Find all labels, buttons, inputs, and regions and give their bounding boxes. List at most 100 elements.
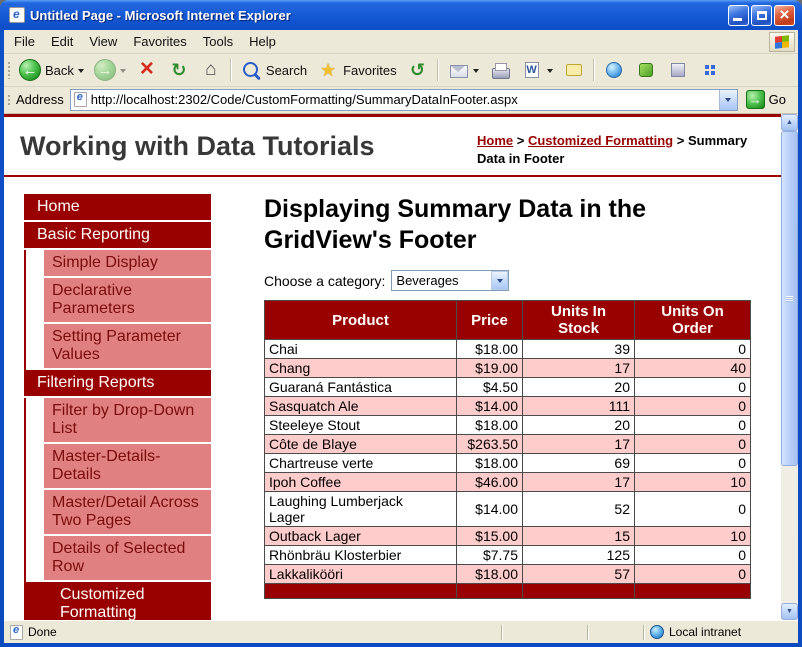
cell-price: $18.00 <box>457 416 523 435</box>
close-button[interactable] <box>774 5 795 26</box>
cell-units-in-stock: 69 <box>523 454 635 473</box>
cell-units-in-stock: 15 <box>523 527 635 546</box>
minimize-button[interactable] <box>728 5 749 26</box>
vertical-scrollbar[interactable] <box>781 114 798 620</box>
discuss-icon <box>563 59 585 81</box>
sidebar-item-filter-by-drop-down-list[interactable]: Filter by Drop-Down List <box>44 398 211 444</box>
cell-units-on-order: 0 <box>635 378 751 397</box>
sidebar-item-master-details-details[interactable]: Master-Details-Details <box>44 444 211 490</box>
sidebar-item-filtering-reports[interactable]: Filtering Reports <box>24 370 211 398</box>
breadcrumb-link-customized-formatting[interactable]: Customized Formatting <box>528 133 673 148</box>
sync-button[interactable] <box>598 57 630 83</box>
table-row: Laughing Lumberjack Lager$14.00520 <box>265 492 751 527</box>
history-button[interactable] <box>402 57 434 83</box>
status-bar: Done Local intranet <box>4 620 798 643</box>
chevron-down-icon <box>473 69 479 76</box>
menu-help[interactable]: Help <box>241 31 284 52</box>
history-icon <box>407 59 429 81</box>
toolbar-separator <box>593 59 595 81</box>
cell-product: Côte de Blaye <box>265 435 457 454</box>
discuss-button[interactable] <box>558 57 590 83</box>
security-zone-label: Local intranet <box>669 625 741 639</box>
breadcrumb-link-home[interactable]: Home <box>477 133 513 148</box>
cell-units-in-stock: 17 <box>523 435 635 454</box>
status-separator <box>587 625 588 640</box>
chevron-down-icon <box>725 98 731 105</box>
cell-product: Chang <box>265 359 457 378</box>
cell-price: $18.00 <box>457 454 523 473</box>
cell-units-on-order: 10 <box>635 473 751 492</box>
go-button[interactable]: Go <box>744 90 794 109</box>
scrollbar-thumb[interactable] <box>781 131 798 466</box>
messenger-button[interactable] <box>630 57 662 83</box>
window-title: Untitled Page - Microsoft Internet Explo… <box>30 8 723 23</box>
print-button[interactable] <box>484 57 516 83</box>
page-done-icon <box>10 625 23 640</box>
page-body: HomeBasic ReportingSimple DisplayDeclara… <box>4 177 781 620</box>
go-arrow-icon <box>746 90 765 109</box>
address-dropdown-button[interactable] <box>719 90 737 110</box>
search-button[interactable]: Search <box>235 57 312 83</box>
forward-arrow-icon <box>94 59 116 81</box>
breadcrumb-separator: > <box>513 133 528 148</box>
sidebar-item-simple-display[interactable]: Simple Display <box>44 250 211 278</box>
column-header-product: Product <box>265 301 457 340</box>
forward-button[interactable] <box>89 57 131 83</box>
cell-product: Sasquatch Ale <box>265 397 457 416</box>
menu-tools[interactable]: Tools <box>195 31 241 52</box>
back-button[interactable]: Back <box>14 57 89 83</box>
sidebar-item-customized-formatting[interactable]: Customized Formatting <box>24 582 211 620</box>
toolbar-separator <box>437 59 439 81</box>
cell-units-on-order: 0 <box>635 340 751 359</box>
menu-edit[interactable]: Edit <box>43 31 81 52</box>
site-header: Working with Data Tutorials Home > Custo… <box>4 117 781 177</box>
sidebar-items: HomeBasic ReportingSimple DisplayDeclara… <box>24 194 211 620</box>
favorites-button[interactable]: Favorites <box>312 57 401 83</box>
favorites-label: Favorites <box>343 63 396 78</box>
menu-view[interactable]: View <box>81 31 125 52</box>
home-icon <box>200 59 222 81</box>
toolbar-separator <box>230 59 232 81</box>
cell-units-in-stock: 20 <box>523 416 635 435</box>
cell-price: $15.00 <box>457 527 523 546</box>
cell-units-on-order: 0 <box>635 397 751 416</box>
scroll-down-button[interactable] <box>781 603 798 620</box>
table-row: Côte de Blaye$263.50170 <box>265 435 751 454</box>
cell-units-on-order: 0 <box>635 416 751 435</box>
sidebar-item-basic-reporting[interactable]: Basic Reporting <box>24 222 211 250</box>
cell-units-on-order: 0 <box>635 546 751 565</box>
stop-button[interactable] <box>131 57 163 83</box>
edit-button[interactable] <box>516 57 558 83</box>
sidebar-item-master-detail-across-two-pages[interactable]: Master/Detail Across Two Pages <box>44 490 211 536</box>
menu-file[interactable]: File <box>6 31 43 52</box>
scrollbar-track[interactable] <box>781 131 798 603</box>
status-separator <box>501 625 502 640</box>
sidebar-item-home[interactable]: Home <box>24 194 211 222</box>
maximize-button[interactable] <box>751 5 772 26</box>
sidebar-item-details-of-selected-row[interactable]: Details of Selected Row <box>44 536 211 582</box>
category-row: Choose a category: Beverages <box>264 270 756 291</box>
refresh-button[interactable] <box>163 57 195 83</box>
sidebar-item-declarative-parameters[interactable]: Declarative Parameters <box>44 278 211 324</box>
category-select[interactable]: Beverages <box>391 270 509 291</box>
cell-price: $19.00 <box>457 359 523 378</box>
cell-units-in-stock: 125 <box>523 546 635 565</box>
apps-button[interactable] <box>694 57 726 83</box>
sidebar-item-setting-parameter-values[interactable]: Setting Parameter Values <box>44 324 211 370</box>
scroll-up-button[interactable] <box>781 114 798 131</box>
address-label: Address <box>16 92 64 107</box>
cell-product: Laughing Lumberjack Lager <box>265 492 457 527</box>
table-row: Chang$19.001740 <box>265 359 751 378</box>
research-button[interactable] <box>662 57 694 83</box>
home-button[interactable] <box>195 57 227 83</box>
table-row: Lakkalikööri$18.00570 <box>265 565 751 584</box>
globe-sync-icon <box>603 59 625 81</box>
footer-cell-units-on-order <box>635 584 751 599</box>
globe-icon <box>650 625 664 639</box>
select-arrow-button[interactable] <box>491 271 508 290</box>
mail-button[interactable] <box>442 57 484 83</box>
menu-favorites[interactable]: Favorites <box>125 31 194 52</box>
gridview-footer-row <box>265 584 751 599</box>
address-input[interactable]: http://localhost:2302/Code/CustomFormatt… <box>70 89 738 111</box>
window-client-area: FileEditViewFavoritesToolsHelp BackSearc… <box>4 30 798 643</box>
